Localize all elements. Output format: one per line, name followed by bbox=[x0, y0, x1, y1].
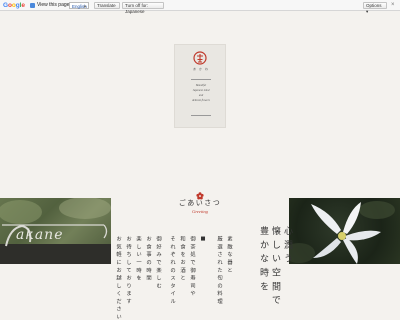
google-translate-bar: Google View this page in: English ▼ Tran… bbox=[0, 0, 400, 14]
tagline-line: delicate flowers bbox=[192, 99, 210, 102]
body-line: 厳 選 さ れ た 旬 の 料 理 bbox=[216, 236, 222, 304]
divider bbox=[191, 79, 211, 80]
greeting-title: ごあいさつ bbox=[178, 199, 222, 207]
body-line: 御 好 み で 楽 し む bbox=[155, 236, 161, 289]
brand-name: あ か ね bbox=[193, 67, 209, 71]
body-line: 和 食 を お 酒 と bbox=[179, 236, 185, 281]
tagline-line: and bbox=[198, 94, 204, 97]
translate-icon bbox=[30, 3, 35, 8]
seal-logo-icon bbox=[193, 51, 207, 65]
headline-line: 懐 し い 空 間 で bbox=[270, 226, 280, 306]
close-icon[interactable]: × bbox=[391, 0, 395, 11]
body-line: お 気 軽 に お 越 し く だ さ い bbox=[115, 236, 121, 320]
language-select[interactable]: English ▼ bbox=[69, 2, 89, 9]
body-line: お 待 ち し て お り ま す bbox=[125, 236, 131, 304]
lotus-photo bbox=[289, 198, 400, 264]
options-button[interactable]: Options ▾ bbox=[363, 2, 387, 14]
tagline-line: Japanese mind bbox=[192, 89, 210, 92]
logo-card: あ か ね Beautiful Japanese mind and delica… bbox=[174, 44, 226, 128]
turn-off-button[interactable]: Turn off for: Japanese bbox=[122, 2, 164, 14]
plum-flower-icon bbox=[196, 187, 204, 200]
body-line: 楽 し い 一 時 を bbox=[135, 236, 141, 281]
headline-line: 心 潤 う bbox=[282, 226, 292, 264]
greeting-subtitle: Greeting bbox=[192, 209, 208, 214]
body-line: お 食 事 の 時 間 bbox=[145, 236, 151, 281]
body-line: そ れ ぞ れ の ス タ イ ル bbox=[169, 236, 175, 304]
body-line: 素 敵 な 器 と bbox=[226, 236, 232, 273]
tagline-line: Beautiful bbox=[195, 84, 207, 87]
body-line: ■ bbox=[200, 236, 206, 243]
body-line: 御 茶 処 で 御 寿 司 や bbox=[189, 236, 195, 297]
google-logo: Google bbox=[3, 0, 25, 11]
logo-letter: e bbox=[21, 2, 25, 9]
chevron-down-icon: ▼ bbox=[83, 4, 87, 9]
sign-text: akane bbox=[16, 227, 64, 243]
divider bbox=[191, 115, 211, 116]
translate-button[interactable]: Translate bbox=[94, 2, 120, 9]
shop-sign-photo: akane bbox=[0, 198, 111, 264]
headline-line: 豊 か な 時 を bbox=[258, 226, 268, 292]
